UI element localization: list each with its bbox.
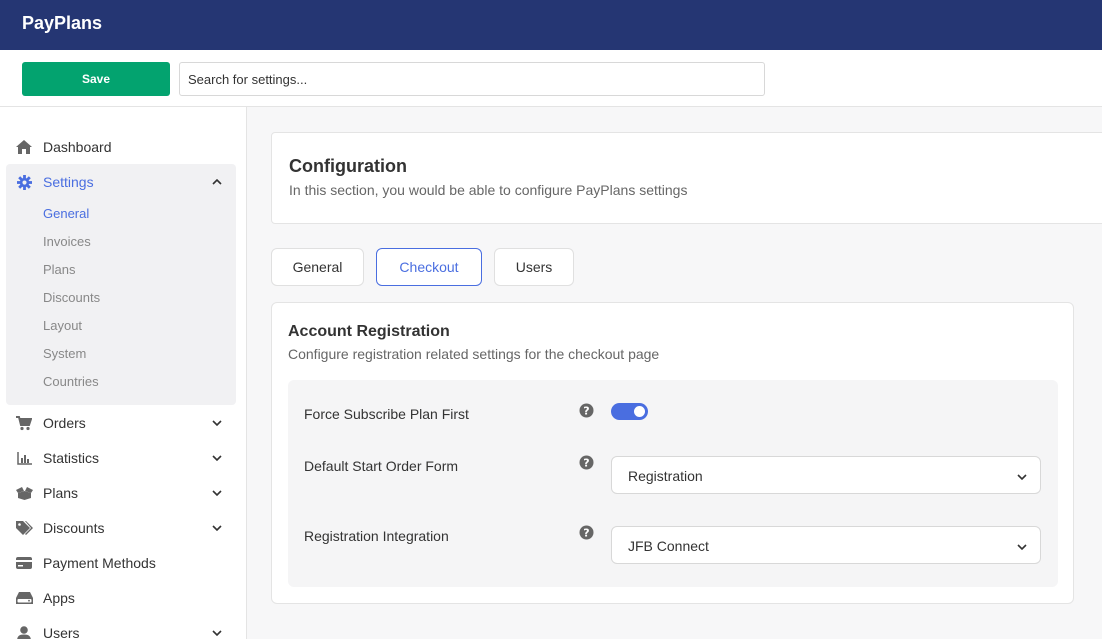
save-button[interactable]: Save (22, 62, 170, 96)
sidebar-item-apps[interactable]: Apps (0, 583, 246, 613)
sidebar-item-discounts[interactable]: Discounts (0, 513, 246, 543)
sidebar-item-settings[interactable]: Settings (0, 167, 246, 197)
sidebar-item-dashboard[interactable]: Dashboard (0, 132, 246, 162)
sidebar-item-label: Orders (43, 415, 86, 431)
page-description: In this section, you would be able to co… (289, 182, 688, 198)
settings-sub-system[interactable]: System (43, 346, 86, 361)
sidebar-item-label: Plans (43, 485, 79, 501)
sidebar-item-label: Payment Methods (43, 555, 156, 571)
settings-sub-countries[interactable]: Countries (43, 374, 99, 389)
tab-users[interactable]: Users (494, 248, 574, 286)
select-value: Registration (628, 468, 703, 484)
field-label-default-start-order-form: Default Start Order Form (304, 458, 459, 474)
settings-sub-invoices[interactable]: Invoices (43, 234, 91, 249)
page-title: Configuration (289, 156, 407, 176)
sidebar-item-label: Apps (43, 590, 75, 606)
settings-sub-general[interactable]: General (43, 206, 89, 221)
user-icon (15, 624, 33, 639)
help-icon[interactable]: ? (579, 525, 594, 540)
top-bar: PayPlans (0, 0, 1102, 50)
force-subscribe-toggle[interactable] (611, 403, 648, 420)
sidebar-item-plans[interactable]: Plans (0, 478, 246, 508)
chevron-down-icon (211, 627, 223, 639)
registration-integration-select[interactable]: JFB Connect (611, 526, 1041, 564)
chevron-down-icon (211, 522, 223, 534)
settings-fields: Force Subscribe Plan First ? Default Sta… (288, 380, 1058, 587)
account-registration-section: Account Registration Configure registrat… (271, 302, 1074, 604)
sidebar-item-label: Users (43, 625, 80, 639)
sidebar-item-label: Settings (43, 174, 94, 190)
sidebar-item-label: Dashboard (43, 139, 112, 155)
field-label-registration-integration: Registration Integration (304, 528, 449, 544)
chevron-down-icon (211, 417, 223, 429)
section-description: Configure registration related settings … (288, 346, 660, 362)
svg-text:?: ? (583, 527, 589, 540)
tags-icon (15, 519, 33, 537)
search-input[interactable] (179, 62, 765, 96)
help-icon[interactable]: ? (579, 455, 594, 470)
chevron-up-icon (211, 176, 223, 188)
sidebar-item-users[interactable]: Users (0, 618, 246, 639)
hdd-icon (15, 589, 33, 607)
tab-checkout[interactable]: Checkout (376, 248, 482, 286)
chevron-down-icon (1016, 470, 1028, 482)
sidebar-item-payment-methods[interactable]: Payment Methods (0, 548, 246, 578)
boxes-icon (15, 484, 33, 502)
tab-general[interactable]: General (271, 248, 364, 286)
sidebar: Dashboard Settings General Invoices Plan… (0, 107, 247, 639)
settings-sub-discounts[interactable]: Discounts (43, 290, 100, 305)
sidebar-item-orders[interactable]: Orders (0, 408, 246, 438)
field-label-force-subscribe: Force Subscribe Plan First (304, 406, 469, 422)
select-value: JFB Connect (628, 538, 709, 554)
settings-group (6, 164, 236, 405)
help-icon[interactable]: ? (579, 403, 594, 418)
toolbar: Save (0, 50, 1102, 107)
main-content: Configuration In this section, you would… (247, 107, 1102, 639)
gear-icon (15, 173, 33, 191)
app-title: PayPlans (22, 13, 103, 33)
settings-sub-plans[interactable]: Plans (43, 262, 76, 277)
cart-icon (15, 414, 33, 432)
sidebar-item-label: Statistics (43, 450, 100, 466)
section-title: Account Registration (288, 323, 450, 340)
chevron-down-icon (1016, 540, 1028, 552)
toggle-knob (634, 406, 645, 417)
chevron-down-icon (211, 452, 223, 464)
credit-card-icon (15, 554, 33, 572)
default-start-order-form-select[interactable]: Registration (611, 456, 1041, 494)
chevron-down-icon (211, 487, 223, 499)
sidebar-item-statistics[interactable]: Statistics (0, 443, 246, 473)
configuration-header: Configuration In this section, you would… (271, 132, 1102, 224)
bar-chart-icon (15, 449, 33, 467)
sidebar-item-label: Discounts (43, 520, 105, 536)
home-icon (15, 138, 33, 156)
svg-text:?: ? (583, 405, 589, 418)
settings-sub-layout[interactable]: Layout (43, 318, 82, 333)
svg-text:?: ? (583, 457, 589, 470)
